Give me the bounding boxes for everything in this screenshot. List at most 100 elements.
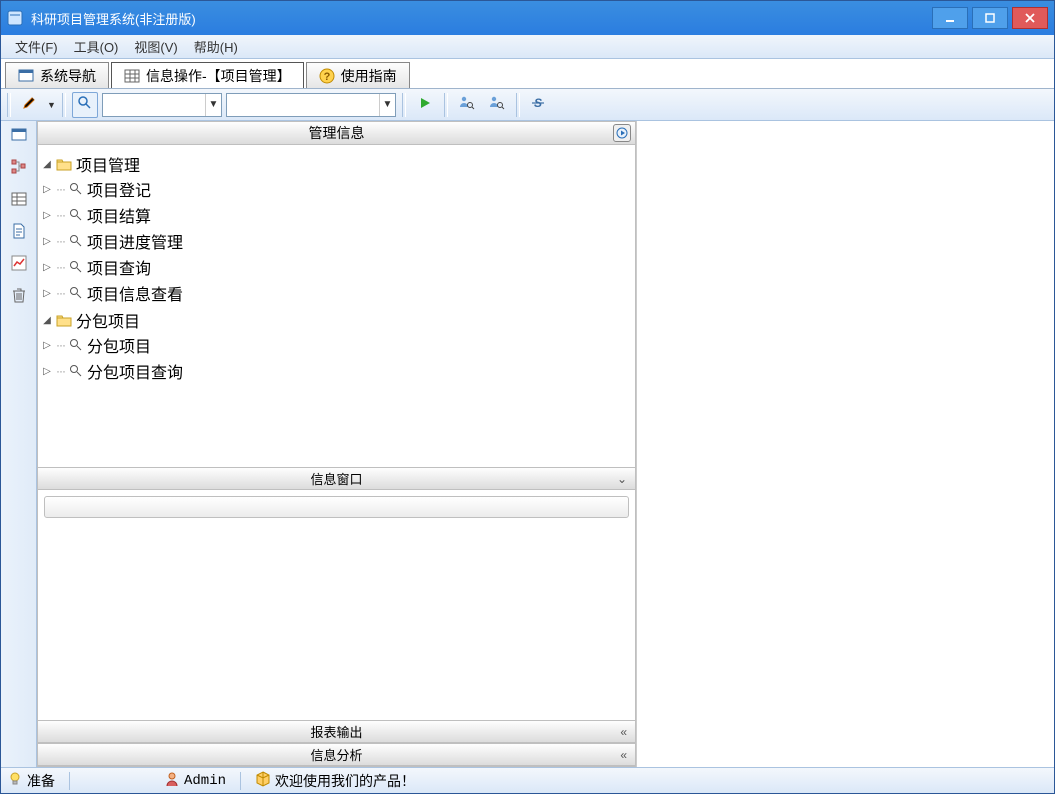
tree-node-subcontract[interactable]: ◢ 分包项目 xyxy=(42,308,631,332)
window-title: 科研项目管理系统(非注册版) xyxy=(31,9,196,28)
tree-label: 项目查询 xyxy=(87,255,151,279)
section-header-info-analysis[interactable]: 信息分析 « xyxy=(38,744,635,766)
tree-item-query[interactable]: ▷ ··· 项目查询 xyxy=(42,255,631,279)
tree-label: 分包项目查询 xyxy=(87,359,183,383)
magnifier-icon xyxy=(69,208,83,222)
expander-icon[interactable]: ▷ xyxy=(42,262,52,272)
tree-item-info-view[interactable]: ▷ ··· 项目信息查看 xyxy=(42,281,631,305)
tree-connector: ··· xyxy=(56,286,65,300)
section-header-info-window[interactable]: 信息窗口 ⌄ xyxy=(38,468,635,490)
bulb-icon xyxy=(7,771,23,790)
section-title: 报表输出 xyxy=(310,722,362,741)
menu-help[interactable]: 帮助(H) xyxy=(186,35,246,58)
magnifier-icon xyxy=(69,286,83,300)
window-icon xyxy=(18,68,34,84)
tree-label: 项目登记 xyxy=(87,177,151,201)
user-icon xyxy=(164,771,180,790)
info-analysis-section: 信息分析 « xyxy=(37,744,636,767)
tree-item-settle[interactable]: ▷···项目结算 xyxy=(42,203,631,227)
separator xyxy=(444,93,448,117)
search-button[interactable] xyxy=(72,92,98,118)
combo-2[interactable]: ▼ xyxy=(226,93,396,117)
tab-label: 系统导航 xyxy=(40,66,96,86)
user-search-button-2[interactable] xyxy=(484,92,510,118)
chevron-down-icon: ▼ xyxy=(379,94,395,116)
tree-item-sub-query[interactable]: ▷ ··· 分包项目查询 xyxy=(42,359,631,383)
dropdown-arrow-icon[interactable]: ▼ xyxy=(47,100,56,110)
expander-icon[interactable]: ▷ xyxy=(42,288,52,298)
run-button[interactable] xyxy=(412,92,438,118)
edit-button[interactable] xyxy=(17,92,43,118)
magnifier-icon xyxy=(77,95,93,114)
tree-connector: ··· xyxy=(56,260,65,274)
tree-item-progress[interactable]: ▷···项目进度管理 xyxy=(42,229,631,253)
maximize-button[interactable] xyxy=(972,7,1008,29)
menu-view[interactable]: 视图(V) xyxy=(126,35,185,58)
info-input[interactable] xyxy=(44,496,629,518)
tree-connector: ··· xyxy=(56,364,65,378)
magnifier-icon xyxy=(69,234,83,248)
panel-play-button[interactable] xyxy=(613,124,631,142)
chevron-down-icon: ▼ xyxy=(205,94,221,116)
table-icon xyxy=(124,68,140,84)
separator xyxy=(7,93,11,117)
toolbar: ▼ ▼ ▼ S xyxy=(1,89,1054,121)
status-welcome: 欢迎使用我们的产品！ xyxy=(275,771,415,791)
status-user: Admin xyxy=(184,773,226,789)
magnifier-icon xyxy=(69,182,83,196)
expander-icon[interactable]: ▷ xyxy=(42,210,52,220)
person-magnifier-icon xyxy=(459,95,475,114)
tree-label: 项目结算 xyxy=(87,203,151,227)
separator xyxy=(516,93,520,117)
expander-icon[interactable]: ▷ xyxy=(42,184,52,194)
tree-item-register[interactable]: ▷ ··· 项目登记 xyxy=(42,177,631,201)
folder-open-icon xyxy=(56,157,72,171)
menu-file[interactable]: 文件(F) xyxy=(7,35,66,58)
cube-icon xyxy=(255,771,271,790)
expander-icon[interactable]: ◢ xyxy=(42,159,52,169)
user-search-button[interactable] xyxy=(454,92,480,118)
info-window-section: 信息窗口 ⌄ xyxy=(37,468,636,721)
section-title: 信息分析 xyxy=(310,745,362,764)
status-bar: 准备 Admin 欢迎使用我们的产品！ xyxy=(1,767,1054,793)
tree-connector: ··· xyxy=(56,182,65,196)
expander-icon[interactable]: ◢ xyxy=(42,315,52,325)
minimize-button[interactable] xyxy=(932,7,968,29)
status-ready: 准备 xyxy=(27,771,55,791)
tree-label: 分包项目 xyxy=(87,333,151,357)
tree-node-project-mgmt[interactable]: ◢ 项目管理 xyxy=(42,152,631,176)
tree-label: 项目信息查看 xyxy=(87,281,183,305)
tab-system-nav[interactable]: 系统导航 xyxy=(5,62,109,88)
help-icon: ? xyxy=(319,68,335,84)
rail-window-button[interactable] xyxy=(9,125,29,145)
strikethrough-button[interactable]: S xyxy=(526,92,552,118)
section-header-report-output[interactable]: 报表输出 « xyxy=(38,721,635,743)
rail-trash-button[interactable] xyxy=(9,285,29,305)
panel-header-mgmt-info: 管理信息 xyxy=(37,121,636,145)
tree-item-sub-project[interactable]: ▷···分包项目 xyxy=(42,333,631,357)
play-icon xyxy=(418,96,432,113)
folder-open-icon xyxy=(56,313,72,327)
rail-table-button[interactable] xyxy=(9,189,29,209)
center-column: 管理信息 ◢ 项目管理 ▷ xyxy=(37,121,637,767)
menu-bar: 文件(F) 工具(O) 视图(V) 帮助(H) xyxy=(1,35,1054,59)
rail-tree-button[interactable] xyxy=(9,157,29,177)
tab-info-ops[interactable]: 信息操作-【项目管理】 xyxy=(111,62,304,88)
rail-document-button[interactable] xyxy=(9,221,29,241)
tree-label: 项目进度管理 xyxy=(87,229,183,253)
svg-text:?: ? xyxy=(323,71,330,83)
combo-1[interactable]: ▼ xyxy=(102,93,222,117)
tab-usage-guide[interactable]: ? 使用指南 xyxy=(306,62,410,88)
person-magnifier-icon xyxy=(489,95,505,114)
expander-icon[interactable]: ▷ xyxy=(42,340,52,350)
expander-icon[interactable]: ▷ xyxy=(42,236,52,246)
chevron-left-icon: « xyxy=(620,725,627,739)
close-button[interactable] xyxy=(1012,7,1048,29)
expander-icon[interactable]: ▷ xyxy=(42,366,52,376)
rail-chart-button[interactable] xyxy=(9,253,29,273)
tab-strip: 系统导航 信息操作-【项目管理】 ? 使用指南 xyxy=(1,59,1054,89)
menu-tools[interactable]: 工具(O) xyxy=(66,35,127,58)
left-rail xyxy=(1,121,37,767)
separator xyxy=(402,93,406,117)
app-window: 科研项目管理系统(非注册版) 文件(F) 工具(O) 视图(V) 帮助(H) 系… xyxy=(0,0,1055,794)
